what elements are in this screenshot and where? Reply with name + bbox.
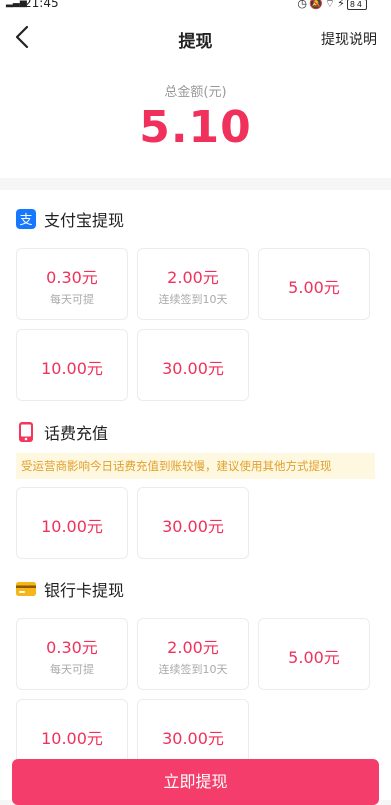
section-phone-title: 话费充值 xyxy=(16,421,108,443)
option-amount: 30.00元 xyxy=(162,359,224,378)
option-amount: 30.00元 xyxy=(162,517,224,536)
option-amount: 0.30元 xyxy=(46,268,98,287)
alipay-option-10-00[interactable]: 10.00元 xyxy=(16,329,128,401)
bank-option-2-00[interactable]: 2.00元 连续签到10天 xyxy=(137,618,249,690)
section-alipay-label: 支付宝提现 xyxy=(44,211,125,230)
option-amount: 5.00元 xyxy=(288,648,340,667)
option-amount: 5.00元 xyxy=(288,278,340,297)
withdraw-help-link[interactable]: 提现说明 xyxy=(321,29,377,49)
alipay-icon: 支 xyxy=(16,209,36,229)
status-icons: ◷🔕⌔⚡ 84 xyxy=(297,0,367,11)
option-amount: 0.30元 xyxy=(46,638,98,657)
balance-amount: 5.10 xyxy=(139,102,252,153)
status-bar: ▂▃▅ 21:45 ◷🔕⌔⚡ 84 xyxy=(0,0,391,12)
option-amount: 10.00元 xyxy=(41,729,103,748)
alipay-option-0-30[interactable]: 0.30元 每天可提 xyxy=(16,248,128,320)
option-amount: 10.00元 xyxy=(41,517,103,536)
option-amount: 10.00元 xyxy=(41,359,103,378)
battery-icon: 84 xyxy=(346,0,367,10)
option-note: 每天可提 xyxy=(50,293,94,306)
balance-summary: 总金额(元) 5.10 xyxy=(0,62,391,178)
bolt-icon: ⚡ xyxy=(337,0,347,10)
bank-card-icon xyxy=(16,579,36,599)
section-bank-label: 银行卡提现 xyxy=(44,581,125,600)
alipay-option-30-00[interactable]: 30.00元 xyxy=(137,329,249,401)
phone-option-30-00[interactable]: 30.00元 xyxy=(137,487,249,559)
option-note: 连续签到10天 xyxy=(158,663,228,676)
section-phone-label: 话费充值 xyxy=(44,424,109,443)
option-amount: 30.00元 xyxy=(162,729,224,748)
section-alipay-title: 支 支付宝提现 xyxy=(16,208,124,230)
bank-option-5-00[interactable]: 5.00元 xyxy=(258,618,370,690)
option-note: 每天可提 xyxy=(50,663,94,676)
wifi-icon: ⌔ xyxy=(324,0,338,10)
balance-label: 总金额(元) xyxy=(164,85,227,100)
bank-option-0-30[interactable]: 0.30元 每天可提 xyxy=(16,618,128,690)
option-amount: 2.00元 xyxy=(167,638,219,657)
option-note: 连续签到10天 xyxy=(158,293,228,306)
svg-text:支: 支 xyxy=(19,213,32,228)
phone-option-10-00[interactable]: 10.00元 xyxy=(16,487,128,559)
section-bank-title: 银行卡提现 xyxy=(16,578,124,600)
nav-bar: 提现 提现说明 xyxy=(0,12,391,62)
alipay-option-5-00[interactable]: 5.00元 xyxy=(258,248,370,320)
alipay-option-2-00[interactable]: 2.00元 连续签到10天 xyxy=(137,248,249,320)
phone-icon xyxy=(16,422,36,442)
withdraw-options: 支 支付宝提现 0.30元 每天可提 2.00元 连续签到10天 5.00元 1… xyxy=(0,190,391,800)
status-time: 21:45 xyxy=(24,0,59,10)
alarm-icon: ◷ xyxy=(297,0,310,10)
withdraw-now-button[interactable]: 立即提现 xyxy=(12,759,379,805)
option-amount: 2.00元 xyxy=(167,268,219,287)
mute-icon: 🔕 xyxy=(309,0,325,10)
phone-recharge-notice: 受运营商影响今日话费充值到账较慢，建议使用其他方式提现 xyxy=(16,453,375,479)
